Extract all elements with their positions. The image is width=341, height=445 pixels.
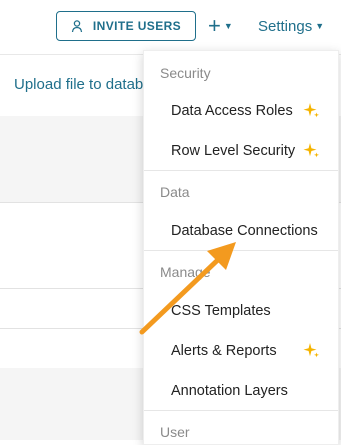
menu-divider: [144, 170, 338, 171]
section-label-security: Security: [160, 65, 211, 81]
upload-file-link[interactable]: Upload file to datab: [14, 76, 144, 93]
menu-item-row-level-security[interactable]: Row Level Security: [144, 133, 338, 169]
settings-menu[interactable]: Settings ▼: [258, 12, 324, 40]
user-plus-icon: [71, 19, 85, 33]
menu-item-css-templates[interactable]: CSS Templates: [144, 293, 338, 329]
menu-item-data-access-roles[interactable]: Data Access Roles: [144, 93, 338, 129]
menu-divider: [144, 410, 338, 411]
sparkle-icon: [303, 142, 320, 163]
menu-item-label: CSS Templates: [171, 303, 271, 319]
caret-down-icon: ▼: [223, 21, 233, 31]
invite-users-label: INVITE USERS: [92, 19, 182, 33]
settings-label: Settings: [258, 17, 313, 35]
section-label-manage: Manage: [160, 264, 211, 280]
menu-divider: [144, 250, 338, 251]
menu-item-label: Row Level Security: [171, 143, 296, 159]
menu-item-label: Data Access Roles: [171, 103, 293, 119]
menu-item-annotation-layers[interactable]: Annotation Layers: [144, 373, 338, 409]
caret-down-icon: ▼: [315, 21, 325, 31]
settings-dropdown: Security Data Access Roles Row Level Sec…: [143, 50, 339, 445]
invite-users-button[interactable]: INVITE USERS: [56, 11, 196, 41]
menu-item-label: Alerts & Reports: [171, 343, 277, 359]
sparkle-icon: [303, 102, 320, 123]
section-label-user: User: [160, 424, 190, 440]
menu-item-alerts-reports[interactable]: Alerts & Reports: [144, 333, 338, 369]
menu-item-label: Annotation Layers: [171, 383, 288, 399]
top-navbar: INVITE USERS + ▼ Settings ▼: [0, 0, 341, 55]
menu-item-label: Database Connections: [171, 223, 318, 239]
sparkle-icon: [303, 342, 320, 363]
menu-item-database-connections[interactable]: Database Connections: [144, 213, 338, 249]
new-item-menu[interactable]: + ▼: [208, 12, 233, 40]
plus-icon: +: [208, 13, 221, 38]
section-label-data: Data: [160, 184, 190, 200]
